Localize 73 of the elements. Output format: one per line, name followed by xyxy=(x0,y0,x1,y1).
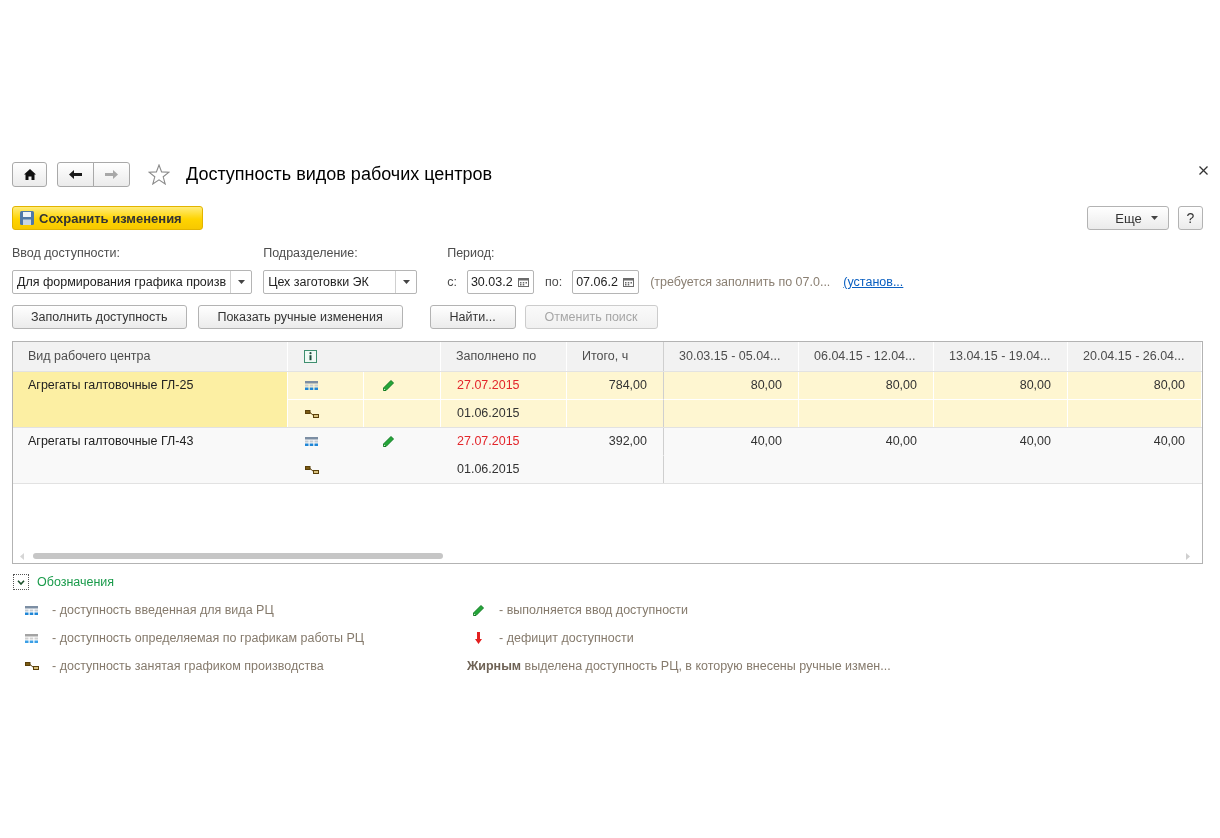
table-cell: 80,00 xyxy=(1068,372,1202,400)
home-icon xyxy=(23,169,36,180)
down-arrow-icon xyxy=(475,632,482,644)
table-cell-text: 27.07.2015 xyxy=(456,433,521,450)
calendar-icon xyxy=(517,277,529,287)
column-header[interactable]: Итого, ч xyxy=(567,342,664,371)
table-cell: 80,00 xyxy=(934,372,1068,400)
hint-text: (требуется заполнить по 07.0... xyxy=(650,275,831,289)
table-cell-text: 01.06.2015 xyxy=(456,461,521,478)
settings-link[interactable]: (установ... xyxy=(843,275,904,289)
caret-icon xyxy=(1151,216,1158,220)
table-cell-text: 40,00 xyxy=(884,433,918,450)
column-header[interactable]: 30.03.15 - 05.04... xyxy=(664,342,799,371)
select-field[interactable]: Цех заготовки ЭК xyxy=(263,270,418,294)
legend-title[interactable]: Обозначения xyxy=(37,575,115,589)
chain-icon xyxy=(305,465,319,474)
table-cell-text: 40,00 xyxy=(749,433,783,450)
save-button[interactable]: Сохранить изменения xyxy=(12,206,203,230)
action-button[interactable]: Показать ручные изменения xyxy=(197,305,403,329)
caret-icon xyxy=(402,280,410,284)
right-arrow-icon xyxy=(105,170,118,179)
date-field[interactable]: 07.06.2 xyxy=(572,270,640,294)
pencil-icon xyxy=(473,604,484,616)
action-button[interactable]: Найти... xyxy=(429,305,516,329)
star-icon[interactable] xyxy=(148,164,170,185)
legend-text: - выполняется ввод доступности xyxy=(499,603,689,617)
legend-text: - доступность введенная для вида РЦ xyxy=(52,603,274,617)
table-row[interactable]: Агрегаты галтовочные ГЛ-43 27.07.2015 01.06.2015 392,00 40,00 40,00 40,00 40,00 xyxy=(13,428,1202,484)
close-icon[interactable] xyxy=(1199,166,1208,175)
table-cell: 392,00 xyxy=(567,428,664,456)
caret-icon xyxy=(237,280,245,284)
table-cell: 80,00 xyxy=(664,372,799,400)
calendar-icon xyxy=(623,277,635,287)
grid-icon xyxy=(25,633,38,643)
window-title: Доступность видов рабочих центров xyxy=(186,164,493,185)
chain-icon xyxy=(305,409,319,418)
column-header[interactable]: Вид рабочего центра xyxy=(13,342,288,371)
left-arrow-icon xyxy=(69,170,82,179)
table-cell: 01.06.2015 xyxy=(441,400,567,427)
date-field[interactable]: 30.03.2 xyxy=(466,270,534,294)
field-label: Подразделение: xyxy=(263,246,358,261)
scrollbar-thumb[interactable] xyxy=(33,553,443,559)
collapse-toggle[interactable] xyxy=(13,574,29,590)
column-header[interactable]: 13.04.15 - 19.04... xyxy=(934,342,1068,371)
field-label: по: xyxy=(544,275,563,289)
more-button[interactable]: Еще xyxy=(1087,206,1169,230)
table-cell: 784,00 xyxy=(567,372,664,400)
field-label: Ввод доступности: xyxy=(12,246,120,261)
table-cell-text: Агрегаты галтовочные ГЛ-43 xyxy=(27,433,195,450)
column-header[interactable]: 20.04.15 - 26.04... xyxy=(1068,342,1202,371)
chevron-down-icon xyxy=(17,579,25,585)
info-icon xyxy=(304,350,317,363)
table-cell-text: 40,00 xyxy=(1018,433,1052,450)
action-button[interactable]: Заполнить доступность xyxy=(12,305,187,329)
select-field[interactable]: Для формирования графика произв xyxy=(12,270,253,294)
field-label: с: xyxy=(447,275,457,289)
chain-icon xyxy=(24,662,39,670)
help-button[interactable]: ? xyxy=(1178,206,1203,230)
back-button[interactable] xyxy=(57,162,94,187)
table-cell: 27.07.2015 xyxy=(441,372,567,400)
legend-text: - дефицит доступности xyxy=(499,631,634,645)
table-row[interactable]: Агрегаты галтовочные ГЛ-25 27.07.2015 01.06.2015 784,00 80,00 80,00 80,00 80,00 xyxy=(13,372,1202,428)
field-label: Период: xyxy=(447,246,495,261)
column-header[interactable]: Заполнено по xyxy=(441,342,567,371)
home-button[interactable] xyxy=(12,162,47,187)
table-cell: Агрегаты галтовочные ГЛ-25 xyxy=(13,372,288,427)
legend-text: - доступность занятая графиком производства xyxy=(52,659,324,673)
table-cell-text: 40,00 xyxy=(1152,433,1186,450)
legend-text: Жирным выделена доступность РЦ, в которую внесены ручные измен... xyxy=(467,659,891,673)
grid-icon xyxy=(25,605,38,615)
table-cell: 80,00 xyxy=(799,372,934,400)
column-header[interactable]: 06.04.15 - 12.04... xyxy=(799,342,934,371)
legend-text: - доступность определяемая по графикам работы РЦ xyxy=(52,631,364,645)
